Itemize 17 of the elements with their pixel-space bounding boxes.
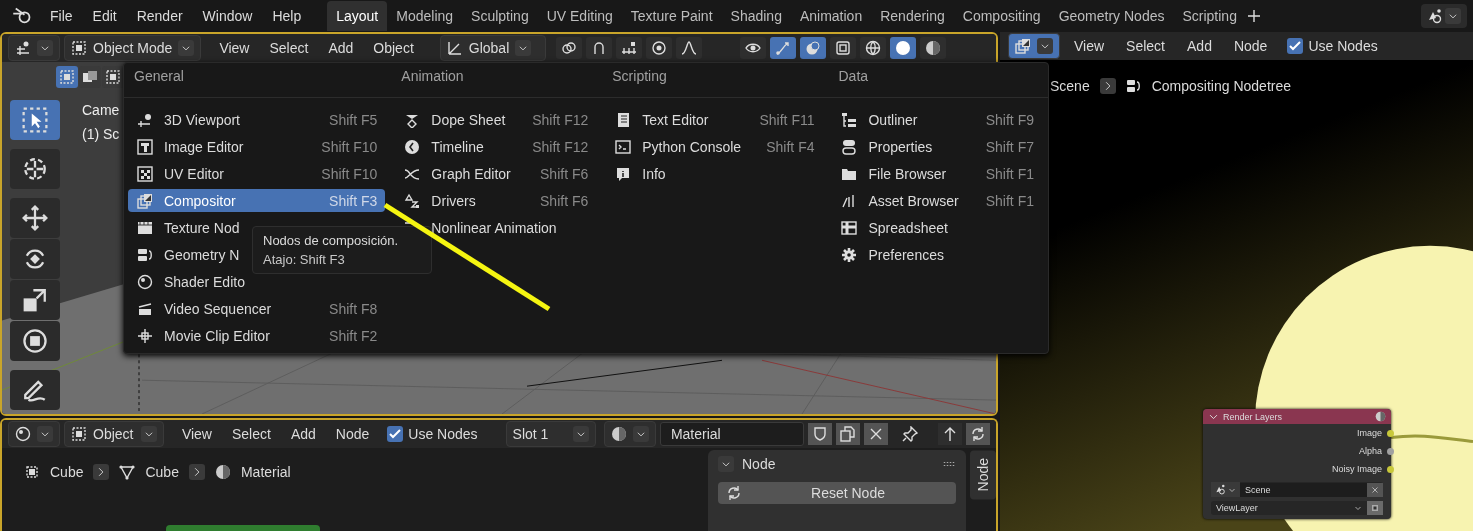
breadcrumb-item: Cube bbox=[50, 464, 84, 480]
breadcrumb-item: Compositing Nodetree bbox=[1151, 78, 1291, 94]
menu-heading: Animation bbox=[400, 67, 465, 86]
tooltip-text: Nodos de composición. bbox=[263, 233, 400, 248]
socket-label: Noisy Image bbox=[1331, 464, 1382, 474]
breadcrumb-item: Cube bbox=[145, 464, 179, 480]
viewport-info-text: (1) Sc bbox=[82, 126, 120, 142]
breadcrumb-item: Scene bbox=[1050, 78, 1090, 94]
menu-heading: General bbox=[133, 67, 185, 86]
breadcrumb-item: Material bbox=[240, 464, 291, 480]
socket-label: Image bbox=[1357, 428, 1382, 438]
socket-label: Alpha bbox=[1358, 446, 1382, 456]
menu-heading: Data bbox=[837, 67, 870, 86]
menu-heading: Scripting bbox=[611, 67, 668, 86]
viewport-info-text: Came bbox=[82, 102, 120, 118]
node-title: Render Layers bbox=[1223, 411, 1284, 422]
tooltip-shortcut: Atajo: Shift F3 bbox=[263, 252, 346, 267]
